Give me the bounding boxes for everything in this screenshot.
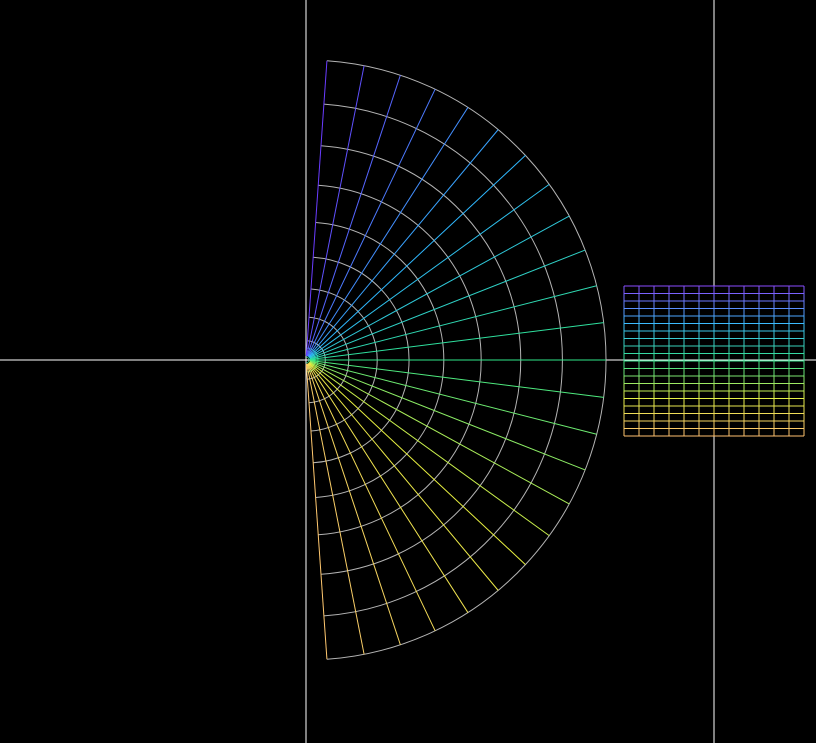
rectangular-grid bbox=[623, 285, 805, 437]
coordinate-viewport[interactable] bbox=[0, 0, 816, 743]
polar-radial-line bbox=[308, 155, 526, 358]
polar-radial-line bbox=[307, 107, 469, 357]
polar-radial-line bbox=[308, 361, 550, 537]
polar-radial-line bbox=[308, 362, 526, 565]
polar-radial-line bbox=[308, 129, 499, 358]
polar-grid bbox=[305, 60, 607, 660]
polar-radial-line bbox=[308, 362, 499, 591]
polar-radial-line bbox=[309, 361, 570, 505]
polar-radial-line bbox=[309, 360, 597, 435]
polar-radial-line bbox=[309, 285, 597, 360]
polar-radial-line bbox=[308, 183, 550, 359]
polar-radial-line bbox=[305, 60, 328, 357]
polar-radial-line bbox=[309, 215, 570, 359]
grid-mapping-diagram bbox=[0, 0, 816, 743]
polar-radial-line bbox=[305, 363, 328, 660]
polar-radial-line bbox=[307, 363, 469, 613]
